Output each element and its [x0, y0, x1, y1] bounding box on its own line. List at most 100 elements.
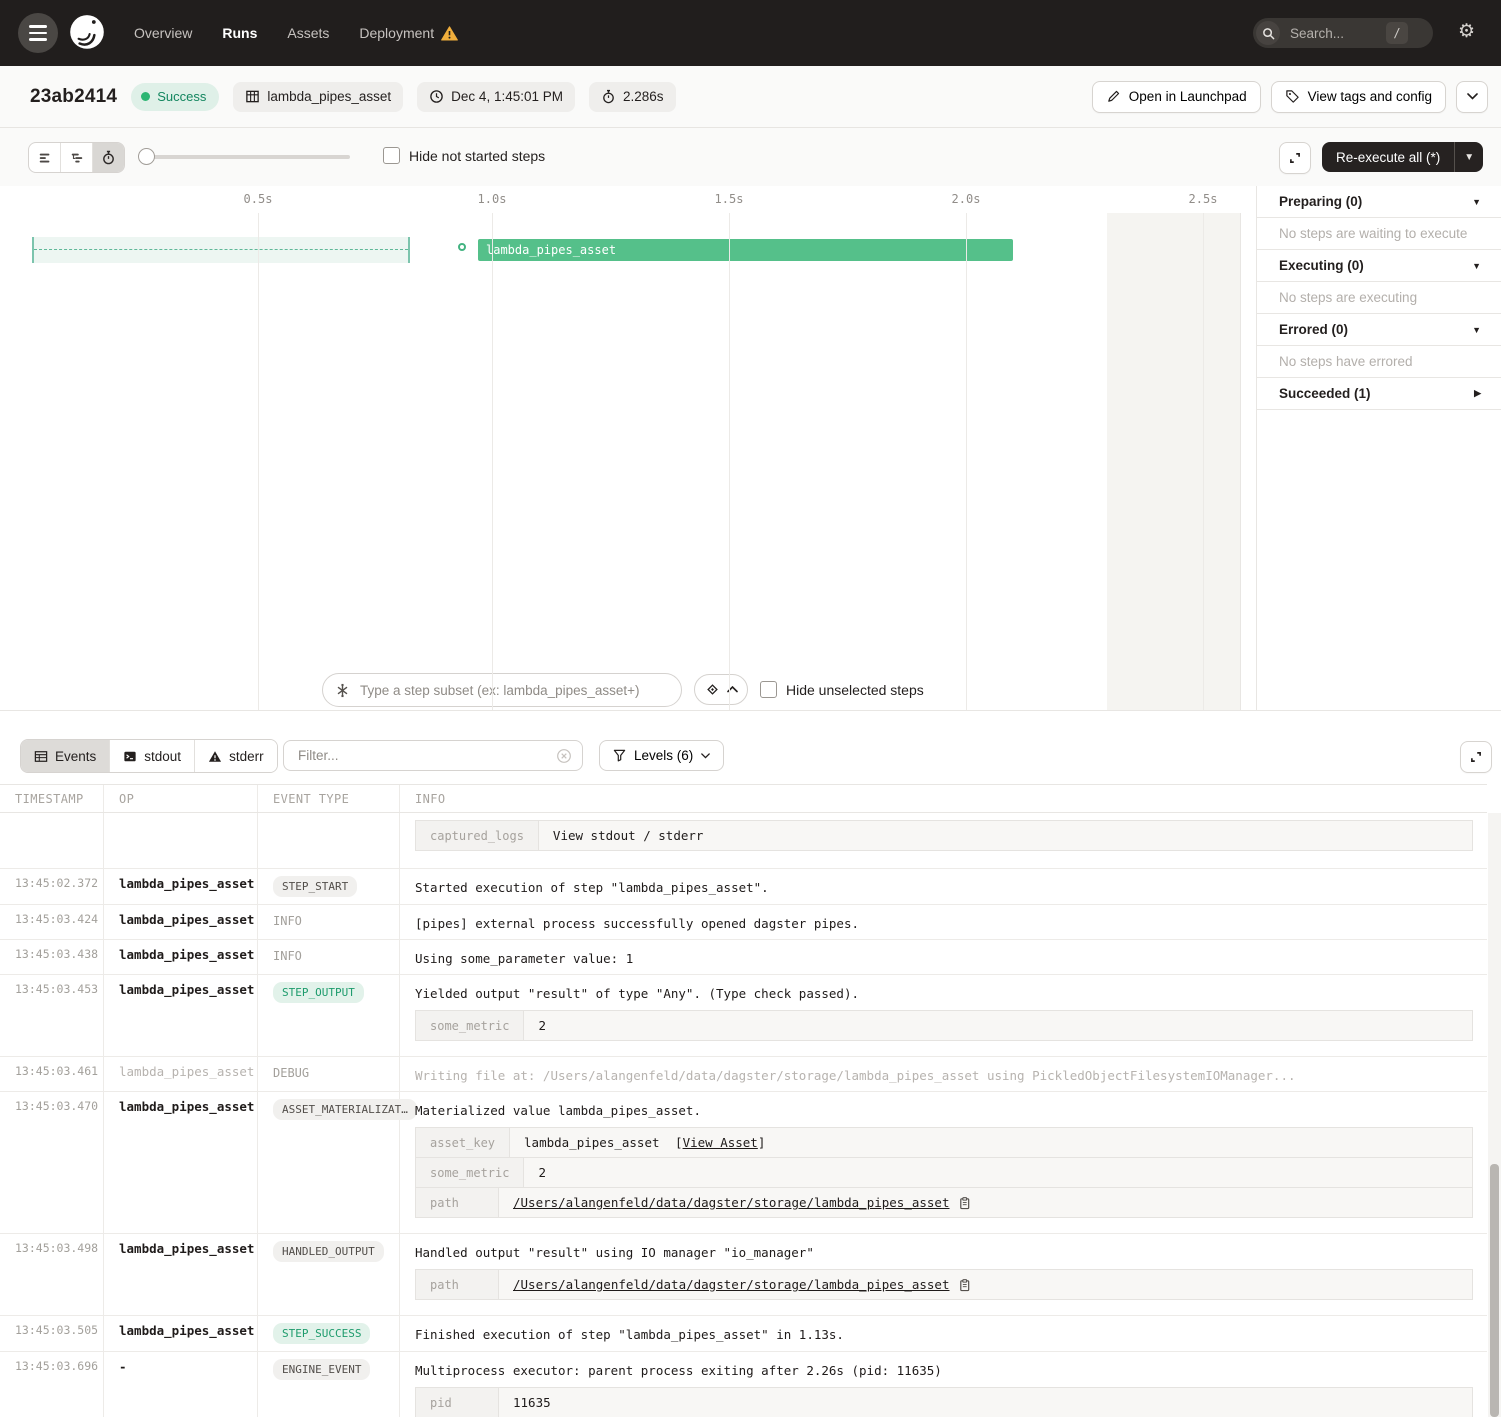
zoom-slider-knob[interactable]	[138, 148, 155, 165]
tab-label: Events	[55, 749, 96, 764]
waterfall-view-button[interactable]	[61, 143, 93, 172]
status-section-1[interactable]: Executing (0)▼	[1257, 250, 1501, 282]
hide-not-started-control: Hide not started steps	[383, 147, 545, 164]
status-section-2[interactable]: Errored (0)▼	[1257, 314, 1501, 346]
zoom-slider[interactable]	[140, 155, 350, 159]
levels-dropdown[interactable]: Levels (6)	[599, 740, 724, 771]
op-cell: lambda_pipes_asset	[104, 1092, 258, 1233]
metadata-value-text: 2	[538, 1018, 546, 1033]
events-panel: Eventsstdoutstderr Levels (6) TIMESTAMPO…	[0, 710, 1501, 1417]
timestamp-cell: 13:45:03.498	[0, 1234, 104, 1315]
log-filter-box[interactable]	[283, 740, 583, 771]
metadata-key: path	[416, 1188, 499, 1217]
search-box[interactable]: /	[1253, 18, 1433, 48]
nav-item-runs[interactable]: Runs	[222, 25, 257, 41]
open-in-launchpad-button[interactable]: Open in Launchpad	[1092, 81, 1261, 113]
chevron-down-icon: ▼	[1472, 197, 1481, 207]
log-row: 13:45:03.453lambda_pipes_assetSTEP_OUTPU…	[0, 975, 1487, 1057]
gantt-expand-button[interactable]	[1279, 142, 1311, 174]
gridline	[966, 213, 967, 710]
gridline	[492, 213, 493, 710]
metadata-key: some_metric	[416, 1011, 524, 1040]
status-section-0[interactable]: Preparing (0)▼	[1257, 186, 1501, 218]
op-cell: lambda_pipes_asset	[104, 1057, 258, 1091]
events-expand-button[interactable]	[1460, 741, 1492, 773]
metadata-value: /Users/alangenfeld/data/dagster/storage/…	[499, 1188, 985, 1217]
clock-icon	[429, 89, 444, 104]
metadata-value-text: 11635	[513, 1395, 551, 1410]
gantt-step-bar[interactable]: lambda_pipes_asset	[478, 239, 1013, 261]
expand-collapse-steps-button[interactable]	[694, 674, 748, 705]
tab-stdout[interactable]: stdout	[110, 740, 195, 772]
metadata-path-link[interactable]: /Users/alangenfeld/data/dagster/storage/…	[513, 1277, 950, 1292]
log-scrollbar-thumb[interactable]	[1490, 1164, 1499, 1417]
gantt-step-marker-icon	[458, 243, 466, 251]
metadata-value: lambda_pipes_asset [View Asset]	[510, 1128, 779, 1157]
run-header-more-button[interactable]	[1456, 81, 1488, 113]
top-nav: Overview Runs Assets Deployment / ⚙	[0, 0, 1501, 66]
metadata-value: 11635	[499, 1388, 565, 1417]
metadata-path-link[interactable]: /Users/alangenfeld/data/dagster/storage/…	[513, 1195, 950, 1210]
log-row: 13:45:03.498lambda_pipes_assetHANDLED_OU…	[0, 1234, 1487, 1316]
tab-events[interactable]: Events	[21, 740, 110, 772]
hamburger-menu-icon[interactable]	[18, 13, 58, 53]
status-section-message: No steps are executing	[1279, 290, 1417, 305]
flat-view-button[interactable]	[29, 143, 61, 172]
metadata-row: asset_keylambda_pipes_asset [View Asset]	[416, 1128, 1472, 1158]
status-section-message: No steps are waiting to execute	[1279, 226, 1467, 241]
metadata-table: asset_keylambda_pipes_asset [View Asset]…	[415, 1127, 1473, 1218]
run-id: 23ab2414	[30, 86, 117, 108]
axis-tick-label: 2.0s	[936, 192, 996, 206]
axis-tick-label: 1.0s	[462, 192, 522, 206]
dagster-logo-icon[interactable]	[66, 12, 108, 54]
op-cell: lambda_pipes_asset	[104, 905, 258, 939]
search-input[interactable]	[1288, 25, 1384, 42]
view-asset-link[interactable]: View Asset	[683, 1135, 758, 1150]
nav-item-label: Runs	[222, 25, 257, 41]
step-subset-box[interactable]	[322, 673, 682, 707]
nav-item-deployment[interactable]: Deployment	[359, 25, 458, 41]
gridline	[1203, 213, 1204, 710]
log-row: 13:45:03.424lambda_pipes_assetINFO[pipes…	[0, 905, 1487, 940]
metadata-table: path/Users/alangenfeld/data/dagster/stor…	[415, 1269, 1473, 1300]
nav-item-overview[interactable]: Overview	[134, 25, 192, 41]
clear-filter-icon[interactable]	[556, 748, 572, 764]
status-section-body: No steps are executing	[1257, 282, 1501, 314]
step-subset-input[interactable]	[358, 682, 669, 699]
info-cell: Multiprocess executor: parent process ex…	[400, 1352, 1487, 1417]
log-filter-input[interactable]	[296, 747, 556, 764]
tab-stderr[interactable]: stderr	[195, 740, 277, 772]
reexecute-all-button[interactable]: Re-execute all (*) ▼	[1322, 142, 1483, 172]
tab-label: stdout	[144, 749, 181, 764]
event-type-text: INFO	[273, 914, 302, 928]
log-row: 13:45:03.461lambda_pipes_assetDEBUGWriti…	[0, 1057, 1487, 1092]
gantt-after-run-overlay	[1107, 213, 1241, 710]
warning-icon	[208, 750, 222, 763]
chevron-down-icon: ▼	[1472, 261, 1481, 271]
op-cell: lambda_pipes_asset	[104, 1316, 258, 1351]
funnel-icon	[613, 749, 626, 762]
timestamp-cell: 13:45:02.372	[0, 869, 104, 904]
log-scrollbar[interactable]	[1488, 813, 1501, 1417]
run-header: 23ab2414 Success lambda_pipes_assetDec 4…	[0, 66, 1501, 128]
column-header: TIMESTAMP	[0, 785, 104, 812]
event-type-badge: ASSET_MATERIALIZAT…	[273, 1099, 417, 1120]
hide-unselected-checkbox[interactable]	[760, 681, 777, 698]
info-cell: Started execution of step "lambda_pipes_…	[400, 869, 1487, 904]
metadata-row: some_metric 2	[416, 1011, 1472, 1040]
status-section-message: No steps have errored	[1279, 354, 1413, 369]
info-cell: captured_logsView stdout / stderr	[400, 813, 1487, 868]
nav-item-assets[interactable]: Assets	[287, 25, 329, 41]
chevron-down-icon	[701, 753, 710, 759]
log-table-body: captured_logsView stdout / stderr 13:45:0…	[0, 813, 1487, 1417]
metadata-key: pid	[416, 1388, 499, 1417]
gear-icon[interactable]: ⚙	[1458, 20, 1475, 43]
op-cell: lambda_pipes_asset	[104, 869, 258, 904]
view-tags-config-button[interactable]: View tags and config	[1271, 81, 1446, 113]
hide-not-started-checkbox[interactable]	[383, 147, 400, 164]
timestamp-cell: 13:45:03.505	[0, 1316, 104, 1351]
hide-not-started-label: Hide not started steps	[409, 148, 545, 164]
timed-view-button[interactable]	[93, 143, 124, 172]
reexecute-caret-icon[interactable]: ▼	[1455, 152, 1483, 163]
status-section-3[interactable]: Succeeded (1)▶	[1257, 378, 1501, 410]
